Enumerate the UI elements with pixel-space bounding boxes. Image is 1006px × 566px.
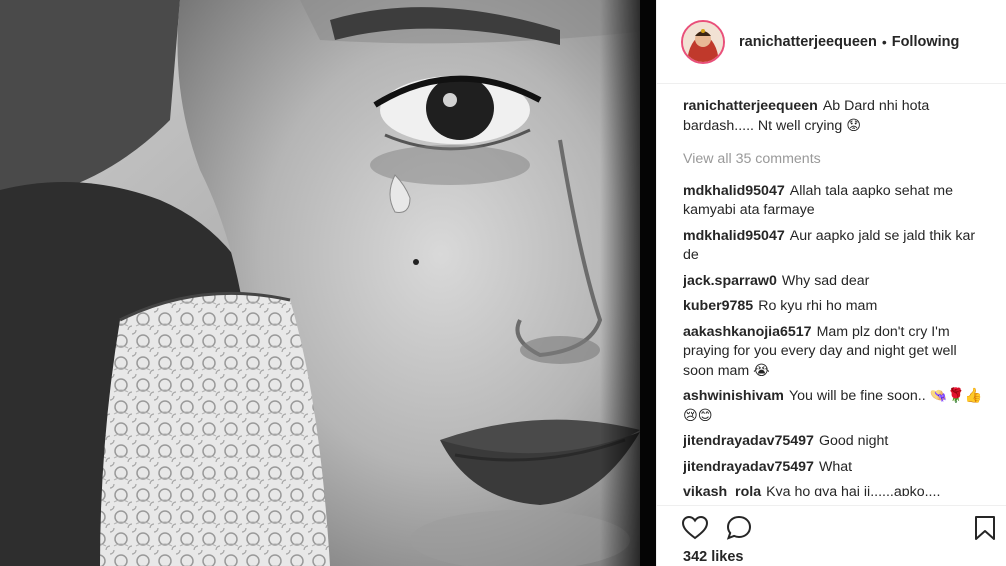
comment-text: What [818,458,853,475]
comment-text: Kya ho gya hai ji......apko.... [766,484,941,496]
comment-item: aakashkanojia6517 Mam plz don't cry I'm p… [683,323,983,382]
post-side-panel: ranichatterjeequeen • Following ranichat… [656,0,1006,566]
comment-item: mdkhalid95047 Aur aapko jald se jald thik… [683,227,983,266]
bookmark-icon[interactable] [971,514,999,542]
post-header: ranichatterjeequeen • Following [657,0,1006,84]
comment-username[interactable]: kuber9785 [683,298,753,314]
comment-item: vikash_rola Kya ho gya hai ji......apko..… [683,483,983,496]
comment-username[interactable]: aakashkanojia6517 [683,324,812,340]
caption-username[interactable]: ranichatterjeequeen [683,98,818,114]
comment-username[interactable]: mdkhalid95047 [683,228,785,244]
comment-item: jitendrayadav75497 What [683,458,983,478]
avatar[interactable] [681,19,725,64]
comment-text: Why sad dear [781,272,870,289]
comment-item: ashwinishivam You will be fine soon.. 👒🌹👍… [683,387,983,426]
comment-item: jitendrayadav75497 Good night [683,432,983,452]
instagram-post: ranichatterjeequeen • Following ranichat… [0,0,1006,566]
comment-username[interactable]: ashwinishivam [683,388,784,404]
comment-item: jack.sparraw0 Why sad dear [683,272,983,292]
view-all-comments-link[interactable]: View all 35 comments [683,150,983,170]
separator-dot: • [881,33,887,50]
post-caption: ranichatterjeequeen Ab Dard nhi hota bard… [683,97,983,136]
comments-list[interactable]: ranichatterjeequeen Ab Dard nhi hota bard… [683,97,983,496]
likes-count[interactable]: 342 likes [683,549,743,565]
post-photo[interactable] [0,0,656,566]
comment-username[interactable]: jitendrayadav75497 [683,433,814,449]
comment-username[interactable]: mdkhalid95047 [683,183,785,199]
post-actions-bar [657,505,1006,545]
comment-item: mdkhalid95047 Allah tala aapko sehat me k… [683,182,983,221]
post-username[interactable]: ranichatterjeequeen [739,34,877,50]
comment-username[interactable]: jitendrayadav75497 [683,459,814,475]
comment-username[interactable]: vikash_rola [683,484,761,496]
comment-text: Good night [818,433,889,449]
following-button[interactable]: Following [892,34,960,50]
heart-icon[interactable] [681,514,709,542]
photo-image [0,0,656,566]
comment-item: kuber9785 Ro kyu rhi ho mam [683,297,983,317]
comment-bubble-icon[interactable] [725,514,753,542]
comment-username[interactable]: jack.sparraw0 [683,273,777,289]
avatar-image [683,21,723,62]
comment-text: Ro kyu rhi ho mam [758,298,878,314]
